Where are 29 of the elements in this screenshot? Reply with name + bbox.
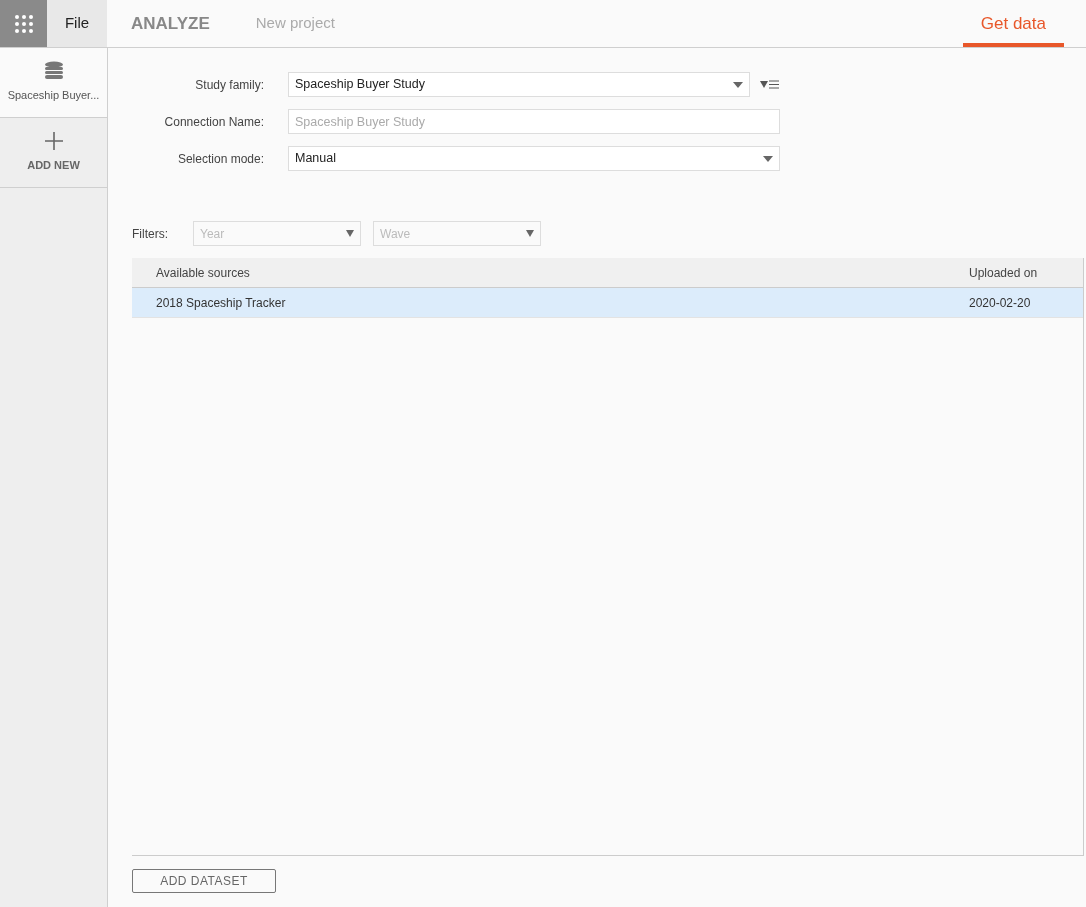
- list-icon: [769, 80, 779, 89]
- caret-icon: [733, 81, 743, 88]
- column-header: Uploaded on: [969, 264, 1039, 282]
- file-menu[interactable]: File: [47, 0, 107, 47]
- caret-icon: [760, 81, 768, 88]
- caret-icon: [346, 230, 354, 237]
- nav-tab[interactable]: Get data: [962, 0, 1064, 47]
- column-header: Available sources: [155, 264, 251, 282]
- project-name: New project: [255, 13, 335, 34]
- field-label: Selection mode:: [176, 150, 264, 168]
- table-cell-text: 2020-02-20: [969, 294, 1032, 312]
- field-label: Connection Name:: [163, 113, 264, 131]
- plus-icon: [43, 131, 64, 152]
- text-field[interactable]: Spaceship Buyer Study: [288, 109, 780, 134]
- dropdown-field[interactable]: Spaceship Buyer Study: [288, 72, 750, 97]
- database-icon: [43, 61, 64, 82]
- dropdown-field[interactable]: Manual: [288, 146, 780, 171]
- field-label: Study family:: [194, 76, 264, 94]
- filter-list-button[interactable]: [760, 80, 779, 89]
- apps-menu-button[interactable]: [0, 0, 47, 47]
- grid-icon: [13, 13, 34, 34]
- app-title: ANALYZE: [131, 12, 210, 35]
- filters-label: Filters:: [132, 225, 169, 243]
- dataset-item[interactable]: Spaceship Buyer...: [0, 48, 107, 118]
- table-cell-text: 2018 Spaceship Tracker: [155, 294, 287, 312]
- caret-icon: [526, 230, 534, 237]
- caret-icon: [763, 155, 773, 162]
- table-row[interactable]: 2018 Spaceship Tracker 2020-02-20: [132, 288, 1083, 318]
- add-dataset-button[interactable]: ADD DATASET: [132, 869, 276, 893]
